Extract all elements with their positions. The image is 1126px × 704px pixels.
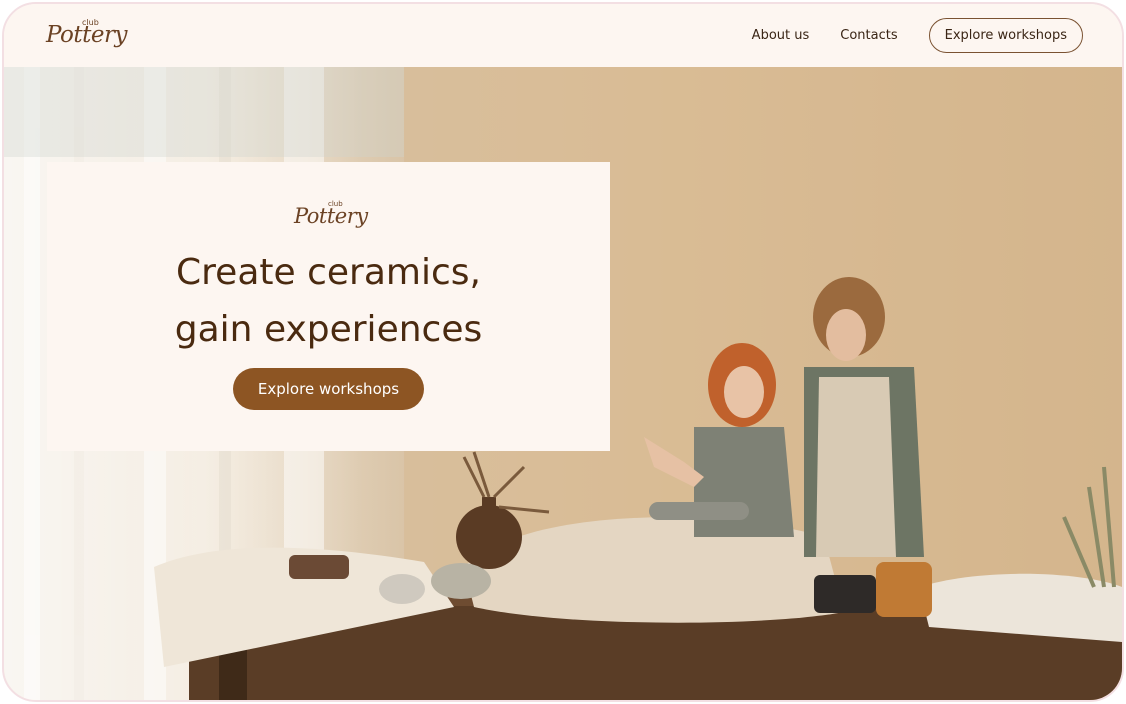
page-frame: club Pottery About us Contacts Explore w… [2, 2, 1124, 702]
explore-workshops-header-button[interactable]: Explore workshops [928, 18, 1083, 53]
site-header: club Pottery About us Contacts Explore w… [4, 4, 1122, 67]
logo-script-text: Pottery [46, 22, 127, 48]
hero-headline-line-1: Create ceramics, [176, 252, 481, 293]
nav-link-contacts[interactable]: Contacts [840, 28, 897, 43]
hero-card: club Pottery Create ceramics, gain exper… [47, 162, 610, 451]
explore-workshops-hero-button[interactable]: Explore workshops [233, 368, 424, 410]
card-logo-script-text: Pottery [294, 204, 368, 228]
hero-headline-line-2: gain experiences [174, 309, 483, 350]
hero-card-logo: club Pottery [294, 198, 374, 234]
brand-logo[interactable]: club Pottery [46, 14, 127, 54]
hero-section: club Pottery Create ceramics, gain exper… [4, 67, 1122, 700]
main-nav: About us Contacts Explore workshops [752, 4, 1122, 67]
hero-headline: Create ceramics, gain experiences [47, 244, 610, 358]
nav-link-about[interactable]: About us [752, 28, 810, 43]
